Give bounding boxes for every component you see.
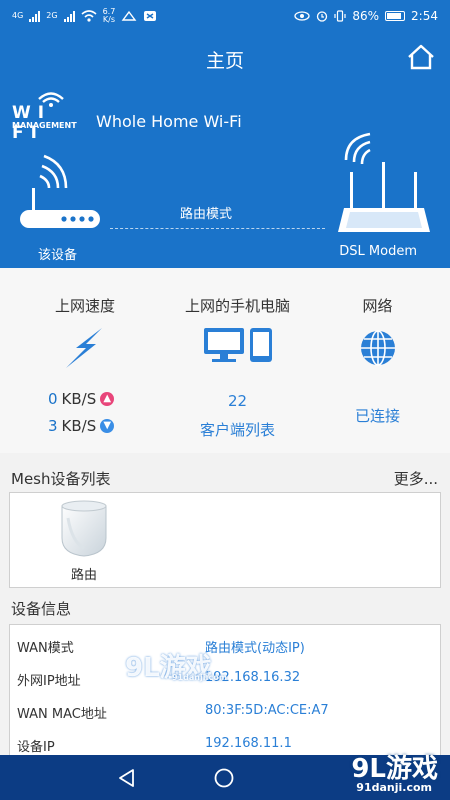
dsl-modem-label: DSL Modem [339, 244, 417, 259]
vibrate-icon [334, 10, 346, 22]
network-column: 网络 已连接 [305, 268, 450, 453]
mesh-device-list: 路由 [9, 492, 441, 588]
mesh-device-label: 路由 [70, 568, 97, 583]
mesh-device-item[interactable]: 路由 [58, 498, 110, 584]
status-bar-left: 4G 2G 6.7 K/s [12, 8, 157, 24]
wifi-management-logo: WI FI MANAGEMENT [12, 87, 90, 143]
info-key: 设备IP [17, 740, 55, 755]
home-icon[interactable] [406, 42, 436, 72]
info-value: 路由模式(动态IP) [205, 641, 305, 656]
upload-unit: KB/S [61, 390, 97, 408]
upload-value: 0 [48, 390, 58, 408]
lightning-icon [66, 328, 102, 368]
network-status: 已连接 [354, 407, 400, 425]
battery-icon [385, 11, 406, 21]
info-key: WAN模式 [17, 641, 74, 656]
status-bar: 4G 2G 6.7 K/s 86% 2:54 [0, 0, 450, 32]
alarm-icon [317, 11, 328, 22]
connection-line [110, 228, 325, 229]
page-title: 主页 [205, 50, 244, 72]
signal-icon-1 [29, 10, 41, 22]
clients-column[interactable]: 上网的手机电脑 22 客户端列表 [160, 268, 315, 453]
brand-text: Whole Home Wi-Fi [96, 112, 242, 131]
clients-count: 22 [227, 392, 248, 410]
notification-icon [121, 10, 137, 21]
router-mode-label: 路由模式 [180, 207, 233, 222]
eye-icon [294, 11, 311, 21]
info-row-wan-mac: WAN MAC地址 80:3F:5D:AC:CE:A7 [10, 693, 440, 726]
network-title: 网络 [362, 297, 393, 315]
header-panel: 主页 WI FI MANAGEMENT Whole Home Wi-Fi 该设备… [0, 32, 450, 268]
app-notification-icon [144, 11, 157, 21]
info-key: 外网IP地址 [17, 674, 81, 689]
router-icon [20, 154, 100, 228]
devices-icon [203, 328, 272, 362]
device-info-title: 设备信息 [11, 600, 72, 618]
status-bar-right: 86% 2:54 [294, 9, 438, 23]
this-device-label: 该设备 [38, 248, 78, 263]
download-speed: 3 KB/S ▼ [48, 417, 115, 435]
download-unit: KB/S [61, 417, 97, 435]
info-value: 80:3F:5D:AC:CE:A7 [205, 703, 329, 718]
network-type-2: 2G [46, 11, 58, 20]
watermark-corner-sub: 91danji.com [356, 781, 432, 794]
mesh-list-title: Mesh设备列表 [11, 470, 111, 488]
mesh-node-icon [61, 500, 107, 557]
globe-icon [360, 330, 395, 366]
watermark-center-sub: 91danji.com [172, 673, 228, 682]
network-speed: 6.7 K/s [103, 8, 116, 24]
upload-speed: 0 KB/S ▲ [48, 390, 115, 408]
upload-arrow-icon: ▲ [100, 392, 115, 406]
logo-management-text: MANAGEMENT [12, 121, 77, 130]
watermark-corner: 9L游戏 [351, 754, 438, 784]
circle-home-icon[interactable] [213, 767, 235, 789]
speed-title: 上网速度 [54, 297, 115, 315]
device-info-table: WAN模式 路由模式(动态IP) 外网IP地址 192.168.16.32 WA… [9, 624, 441, 764]
more-link[interactable]: 更多... [394, 468, 438, 489]
network-type-1: 4G [12, 11, 24, 20]
clock: 2:54 [411, 9, 438, 23]
download-value: 3 [48, 417, 58, 435]
signal-icon-2 [63, 10, 75, 22]
client-list-link[interactable]: 客户端列表 [160, 419, 315, 440]
speed-column: 上网速度 0 KB/S ▲ 3 KB/S ▼ [0, 268, 170, 453]
wifi-status-icon [81, 10, 97, 22]
network-speed-unit: K/s [102, 15, 116, 24]
modem-icon [338, 132, 430, 232]
stats-panel: 上网速度 0 KB/S ▲ 3 KB/S ▼ 上网的手机电脑 22 客户端列表 网络 [0, 268, 450, 453]
info-key: WAN MAC地址 [17, 707, 107, 722]
download-arrow-icon: ▼ [100, 419, 115, 433]
info-value: 192.168.11.1 [205, 736, 292, 751]
clients-title: 上网的手机电脑 [184, 297, 290, 315]
back-triangle-icon[interactable] [116, 767, 138, 789]
info-row-wan-mode: WAN模式 路由模式(动态IP) [10, 627, 440, 660]
battery-percent: 86% [352, 9, 380, 23]
